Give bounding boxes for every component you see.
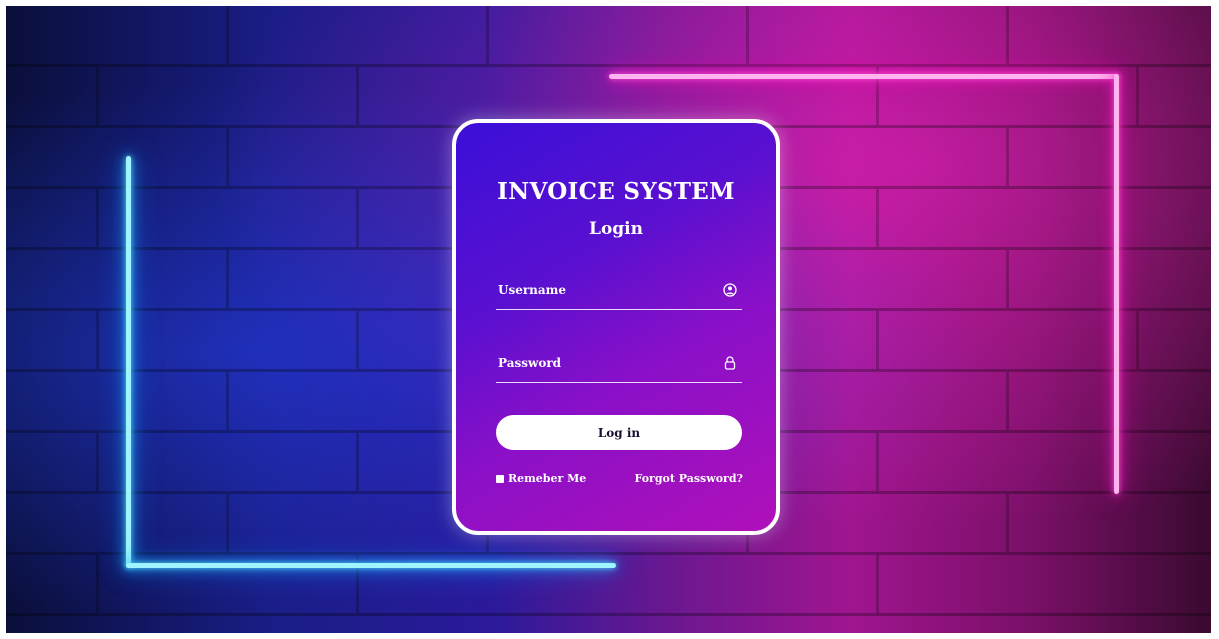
brick-joint [1006,494,1009,552]
brick-joint [226,372,229,430]
password-field [496,348,742,383]
brick-joint [356,67,359,125]
lock-icon [722,355,738,371]
app-title: INVOICE SYSTEM [497,178,735,205]
brick-joint [876,189,879,247]
forgot-password-link[interactable]: Forgot Password? [634,472,743,485]
brick-joint [96,189,99,247]
brick-joint [876,555,879,613]
brick-joint [226,250,229,308]
password-input[interactable] [498,352,708,374]
brick-joint [486,6,489,64]
brick-joint [226,6,229,64]
brick-joint [1136,67,1139,125]
brick-joint [876,311,879,369]
remember-me-label: Remeber Me [508,472,587,485]
neon-pink-vertical [1114,74,1119,494]
brick-joint [1006,6,1009,64]
neon-blue-vertical [126,156,131,568]
brick-joint [96,433,99,491]
brick-joint [226,494,229,552]
brick-joint [96,555,99,613]
username-field [496,275,742,310]
checkbox-square-icon[interactable] [496,474,504,483]
brick-joint [226,128,229,186]
brick-joint [96,67,99,125]
login-heading: Login [589,219,643,239]
username-input[interactable] [498,279,708,301]
brick-joint [1006,128,1009,186]
brick-joint [356,311,359,369]
brick-joint [1006,250,1009,308]
neon-pink-horizontal [609,74,1119,79]
login-card: INVOICE SYSTEM Login Log in [452,119,780,535]
brick-joint [96,311,99,369]
brick-joint [356,189,359,247]
neon-blue-horizontal [126,563,616,568]
brick-joint [876,433,879,491]
brick-joint [1136,311,1139,369]
brick-joint [356,433,359,491]
remember-me-checkbox[interactable]: Remeber Me [496,472,586,485]
background-brick-wall: INVOICE SYSTEM Login Log in [6,6,1211,633]
brick-joint [746,6,749,64]
brick-joint [1006,372,1009,430]
user-circle-icon [722,282,738,298]
login-button[interactable]: Log in [496,415,742,450]
